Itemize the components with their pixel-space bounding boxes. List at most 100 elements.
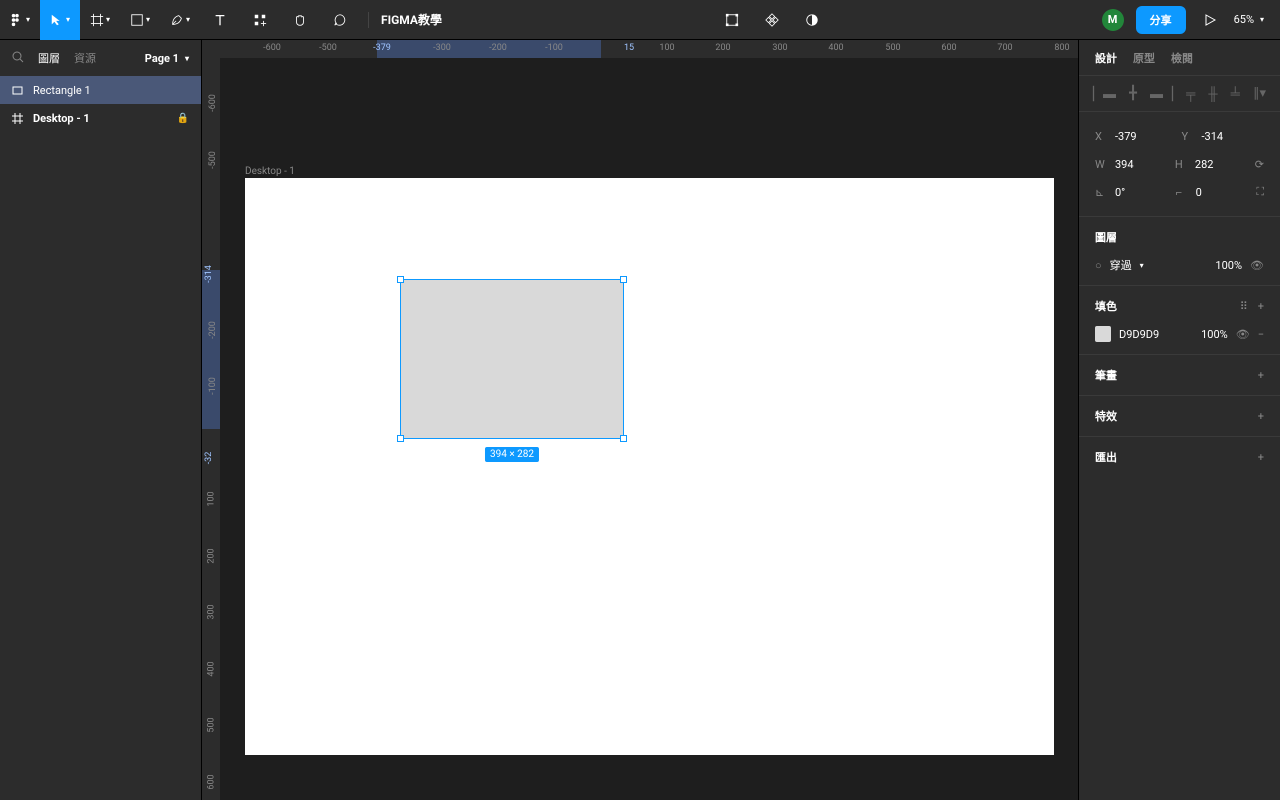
fill-opacity-input[interactable]: 100%: [1201, 328, 1228, 341]
fill-section-title: 填色: [1095, 298, 1117, 314]
export-section-title: 匯出: [1095, 449, 1117, 465]
align-bottom-icon[interactable]: ╧: [1231, 86, 1240, 102]
layer-row-rectangle[interactable]: Rectangle 1: [0, 76, 201, 104]
alignment-controls: ▏▬ ╋ ▬▕ ╤ ╫ ╧ ∥▾: [1079, 76, 1280, 112]
play-icon: [1204, 14, 1216, 26]
design-tab[interactable]: 設計: [1095, 50, 1117, 66]
mask-tool[interactable]: [792, 0, 832, 40]
layer-name: Rectangle 1: [33, 84, 91, 97]
zoom-dropdown[interactable]: 65% ▾: [1234, 13, 1264, 26]
rectangle-icon: [130, 13, 144, 27]
cursor-icon: [50, 13, 64, 27]
opacity-input[interactable]: 100%: [1215, 259, 1242, 272]
stroke-section-title: 筆畫: [1095, 367, 1117, 383]
layer-row-frame[interactable]: Desktop - 1 🔒: [0, 104, 201, 132]
fill-visibility-icon[interactable]: 👁: [1236, 328, 1250, 341]
frame-icon: [90, 13, 104, 27]
radius-input[interactable]: 0: [1196, 186, 1202, 199]
move-tool[interactable]: ▾: [40, 0, 80, 40]
prototype-tab[interactable]: 原型: [1133, 50, 1155, 66]
pen-icon: [170, 13, 184, 27]
assets-tab[interactable]: 資源: [74, 50, 96, 66]
present-button[interactable]: [1194, 14, 1226, 26]
remove-fill-icon[interactable]: −: [1258, 328, 1264, 341]
rectangle-icon: [12, 85, 23, 96]
add-export-icon[interactable]: +: [1258, 451, 1264, 464]
chevron-down-icon: ▾: [26, 15, 30, 24]
chevron-down-icon: ▾: [146, 15, 150, 24]
page-selector[interactable]: Page 1 ▾: [145, 52, 189, 65]
frame-tool[interactable]: ▾: [80, 0, 120, 40]
blend-mode-icon: ○: [1095, 259, 1102, 272]
chevron-down-icon: ▾: [186, 15, 190, 24]
add-fill-icon[interactable]: +: [1258, 300, 1264, 313]
ruler-horizontal: -600 -500 -379 -300 -200 -100 15 100 200…: [220, 40, 1078, 58]
resize-handle-nw[interactable]: [397, 276, 404, 283]
resources-icon: [253, 13, 267, 27]
canvas[interactable]: -600 -500 -379 -300 -200 -100 15 100 200…: [202, 40, 1078, 800]
align-left-icon[interactable]: ▏▬: [1093, 86, 1116, 102]
layer-section-title: 圖層: [1095, 229, 1117, 245]
comment-icon: [333, 13, 347, 27]
independent-corners-icon[interactable]: ⛶: [1256, 185, 1264, 199]
mask-icon: [805, 13, 819, 27]
rotation-input[interactable]: 0°: [1115, 186, 1125, 199]
resize-handle-se[interactable]: [620, 435, 627, 442]
add-effect-icon[interactable]: +: [1258, 410, 1264, 423]
fill-hex-input[interactable]: D9D9D9: [1119, 328, 1193, 341]
rectangle-1[interactable]: [400, 279, 624, 439]
y-input[interactable]: -314: [1202, 130, 1224, 143]
user-avatar[interactable]: M: [1102, 9, 1124, 31]
shape-tool[interactable]: ▾: [120, 0, 160, 40]
layers-tab[interactable]: 圖層: [38, 50, 60, 66]
dev-mode-toggle[interactable]: [712, 0, 752, 40]
properties-panel: 設計 原型 檢閱 ▏▬ ╋ ▬▕ ╤ ╫ ╧ ∥▾ X-379 Y-314 W3…: [1078, 40, 1280, 800]
inspect-tab[interactable]: 檢閱: [1171, 50, 1193, 66]
blend-mode-select[interactable]: 穿過▾: [1110, 257, 1208, 273]
text-tool[interactable]: [200, 0, 240, 40]
frame-label[interactable]: Desktop - 1: [245, 166, 295, 177]
layers-panel: 圖層 資源 Page 1 ▾ Rectangle 1 Desktop - 1 🔒: [0, 40, 202, 800]
visibility-icon[interactable]: 👁: [1250, 259, 1264, 272]
search-icon[interactable]: [12, 51, 24, 66]
frame-desktop[interactable]: 394 × 282: [245, 178, 1054, 755]
x-input[interactable]: -379: [1115, 130, 1137, 143]
figma-menu[interactable]: ▾: [0, 0, 40, 40]
top-toolbar: ▾ ▾ ▾ ▾ ▾ FIGMA教學 M 分享 65%: [0, 0, 1280, 40]
project-title[interactable]: FIGMA教學: [381, 11, 442, 28]
comment-tool[interactable]: [320, 0, 360, 40]
align-center-h-icon[interactable]: ╋: [1129, 86, 1137, 101]
lock-icon[interactable]: 🔒: [177, 113, 189, 124]
separator: [368, 12, 369, 28]
effects-section-title: 特效: [1095, 408, 1117, 424]
share-button[interactable]: 分享: [1136, 6, 1186, 34]
layer-name: Desktop - 1: [33, 112, 90, 125]
resize-handle-sw[interactable]: [397, 435, 404, 442]
hand-icon: [293, 13, 307, 27]
distribute-icon[interactable]: ∥▾: [1253, 86, 1266, 101]
diamond-icon: [765, 13, 779, 27]
frame-icon: [12, 113, 23, 124]
ruler-vertical: -600 -500 -314 -200 -100 -32 100 200 300…: [202, 58, 220, 800]
height-input[interactable]: 282: [1195, 158, 1214, 171]
chevron-down-icon: ▾: [66, 15, 70, 24]
constrain-proportions-icon[interactable]: ⟳: [1255, 158, 1264, 171]
text-icon: [213, 13, 227, 27]
transform-section: X-379 Y-314 W394 H282 ⟳ ⊾0° ⌐0 ⛶: [1079, 112, 1280, 217]
align-center-v-icon[interactable]: ╫: [1208, 86, 1217, 102]
resize-handle-ne[interactable]: [620, 276, 627, 283]
align-right-icon[interactable]: ▬▕: [1150, 86, 1173, 102]
component-tool[interactable]: [752, 0, 792, 40]
width-input[interactable]: 394: [1115, 158, 1134, 171]
styles-icon[interactable]: ⠿: [1240, 300, 1248, 313]
chevron-down-icon: ▾: [1260, 15, 1264, 24]
pen-tool[interactable]: ▾: [160, 0, 200, 40]
align-top-icon[interactable]: ╤: [1186, 86, 1195, 102]
hand-tool[interactable]: [280, 0, 320, 40]
dimensions-badge: 394 × 282: [485, 447, 539, 462]
ruler-corner: [202, 40, 220, 58]
zoom-value: 65%: [1234, 13, 1254, 26]
fill-swatch[interactable]: [1095, 326, 1111, 342]
resources-tool[interactable]: [240, 0, 280, 40]
add-stroke-icon[interactable]: +: [1258, 369, 1264, 382]
